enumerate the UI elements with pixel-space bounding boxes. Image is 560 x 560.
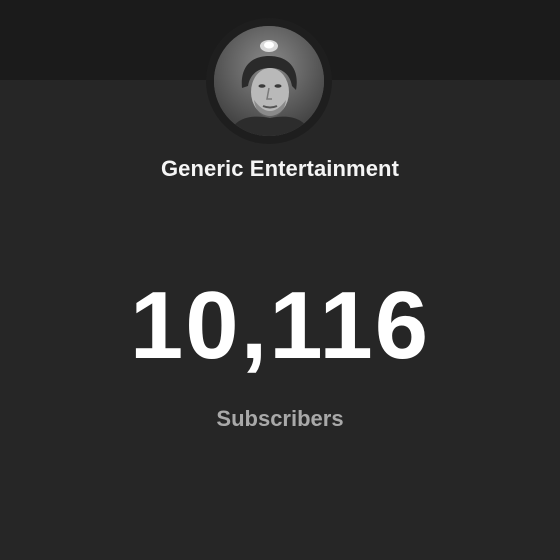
subscriber-count: 10,116 xyxy=(129,272,431,379)
subscriber-counter-card: Generic Entertainment 10,116 Subscribers xyxy=(0,0,560,560)
subscriber-count-label: Subscribers xyxy=(216,406,344,431)
portrait-image xyxy=(214,26,324,136)
channel-avatar[interactable] xyxy=(214,26,324,136)
channel-name[interactable]: Generic Entertainment xyxy=(0,156,560,182)
